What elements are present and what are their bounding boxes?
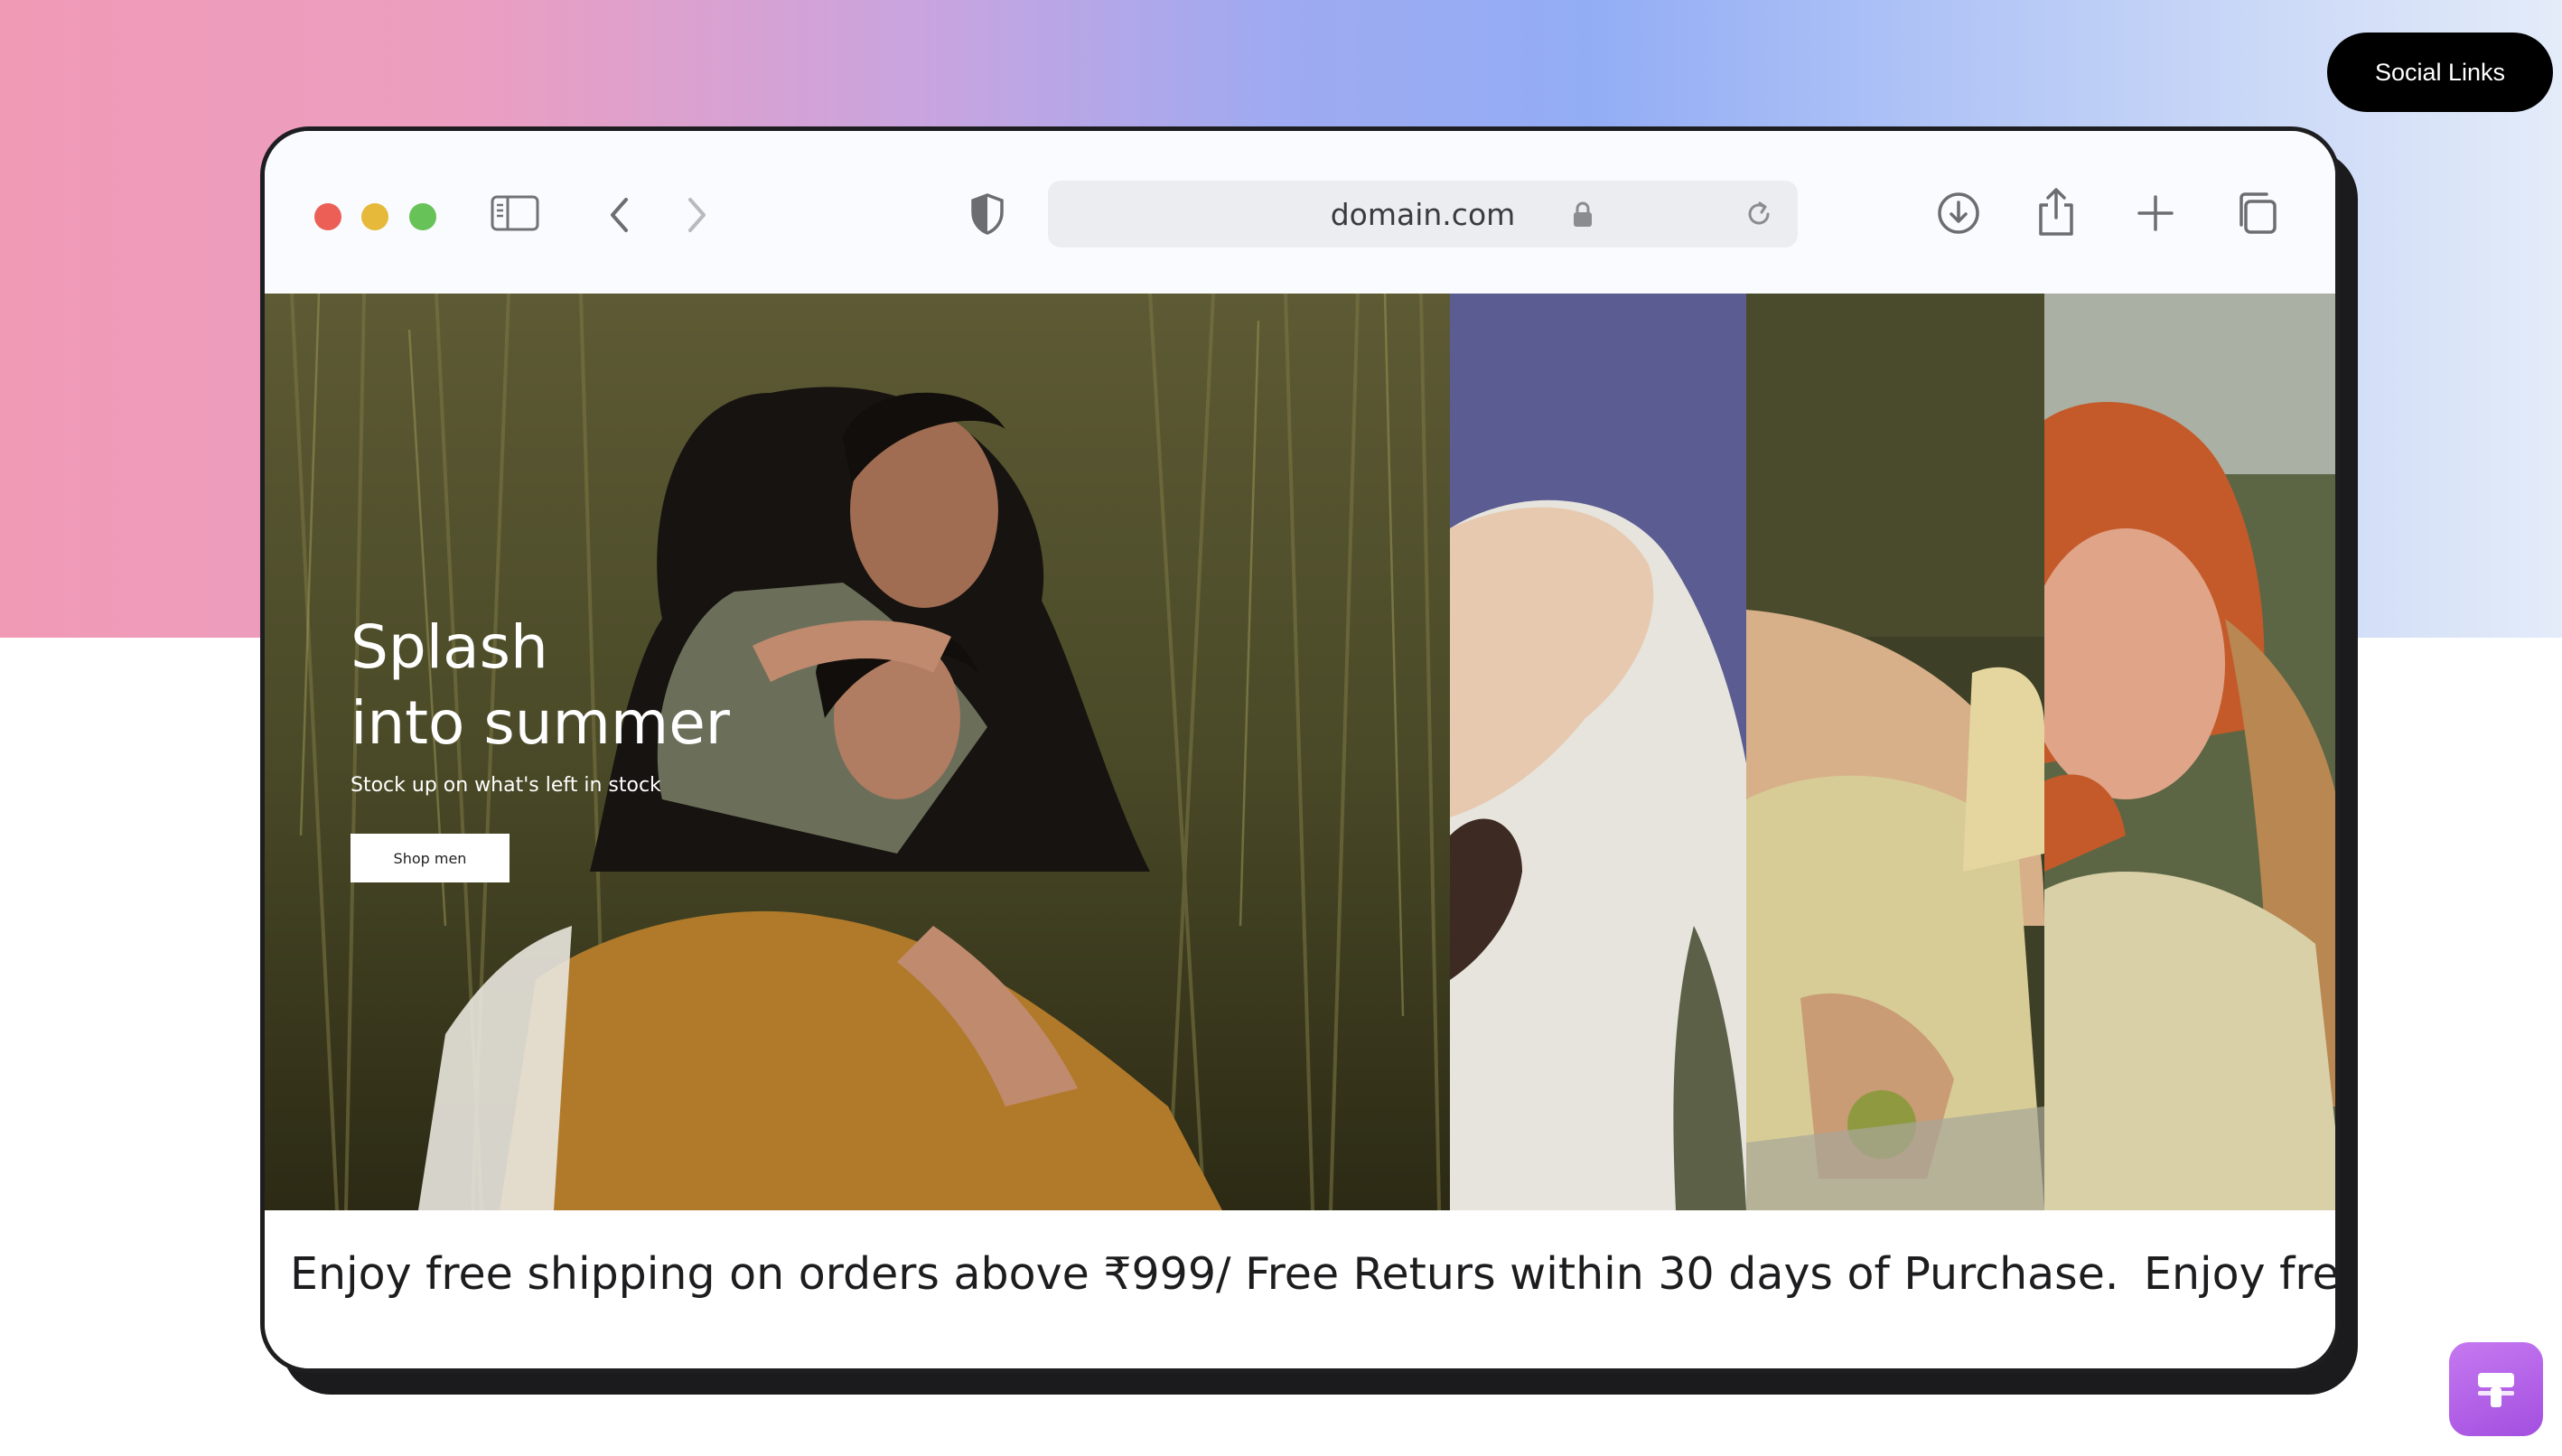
address-url: domain.com bbox=[1330, 196, 1516, 232]
marquee-text-repeat: Enjoy free shipping on orders above ₹999… bbox=[2144, 1248, 2335, 1300]
shield-icon[interactable] bbox=[969, 192, 1005, 236]
marquee-text: Enjoy free shipping on orders above ₹999… bbox=[290, 1248, 2119, 1300]
widget-logo-icon bbox=[2478, 1373, 2514, 1407]
tabs-overview-icon[interactable] bbox=[2232, 191, 2277, 236]
app-widget-button[interactable] bbox=[2449, 1342, 2543, 1436]
woman-lying-photo bbox=[1746, 294, 2044, 1210]
back-icon[interactable] bbox=[608, 196, 631, 234]
hero-banner: Splash into summer Stock up on what's le… bbox=[265, 294, 1450, 1210]
gallery-panel-redhead bbox=[2044, 294, 2335, 1210]
reload-icon[interactable] bbox=[1744, 199, 1774, 234]
hero-title-line-2: into summer bbox=[351, 688, 730, 758]
share-icon[interactable] bbox=[2035, 187, 2077, 238]
hero-title: Splash into summer bbox=[351, 610, 730, 761]
redhead-photo bbox=[2044, 294, 2335, 1210]
new-tab-icon[interactable] bbox=[2137, 194, 2174, 232]
shop-men-button[interactable]: Shop men bbox=[351, 834, 510, 882]
webpage-content: Splash into summer Stock up on what's le… bbox=[265, 294, 2335, 1210]
forward-icon[interactable] bbox=[685, 196, 708, 234]
hero-title-line-1: Splash bbox=[351, 612, 548, 682]
download-icon[interactable] bbox=[1936, 191, 1981, 236]
hero-subtitle: Stock up on what's left in stock bbox=[351, 774, 661, 797]
sidebar-icon[interactable] bbox=[491, 194, 539, 232]
social-links-button[interactable]: Social Links bbox=[2327, 33, 2553, 112]
browser-window: domain.com Splash into summer Stock up o… bbox=[260, 126, 2340, 1373]
gallery-panel-man bbox=[1450, 294, 1746, 1210]
announcement-marquee: Enjoy free shipping on orders above ₹999… bbox=[265, 1210, 2335, 1368]
man-photo bbox=[1450, 294, 1746, 1210]
zoom-window-button[interactable] bbox=[409, 203, 436, 230]
close-window-button[interactable] bbox=[314, 203, 341, 230]
gallery-panel-woman-lying bbox=[1746, 294, 2044, 1210]
minimize-window-button[interactable] bbox=[361, 203, 388, 230]
browser-toolbar: domain.com bbox=[265, 131, 2335, 294]
address-bar[interactable]: domain.com bbox=[1048, 181, 1798, 247]
